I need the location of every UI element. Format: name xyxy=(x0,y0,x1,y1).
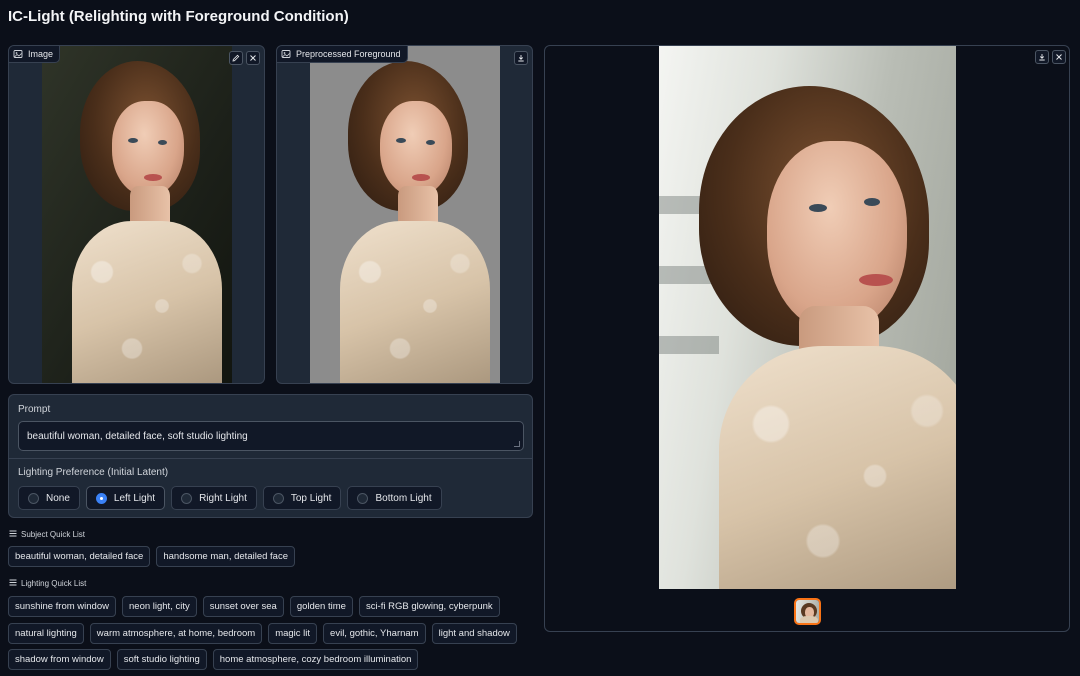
list-icon xyxy=(9,579,17,588)
lighting-chip[interactable]: magic lit xyxy=(268,623,318,644)
output-gallery-panel[interactable] xyxy=(544,45,1070,632)
input-image-panel[interactable]: Image xyxy=(8,45,265,384)
radio-dot xyxy=(357,492,369,504)
lighting-quick-list-label-text: Lighting Quick List xyxy=(21,579,87,588)
radio-left-light[interactable]: Left Light xyxy=(85,486,166,510)
input-portrait-image xyxy=(42,46,232,383)
lighting-chip[interactable]: light and shadow xyxy=(431,623,517,644)
lighting-chip[interactable]: home atmosphere, cozy bedroom illuminati… xyxy=(212,649,419,670)
prompt-input-value: beautiful woman, detailed face, soft stu… xyxy=(27,430,248,442)
preprocessed-foreground-label: Preprocessed Foreground xyxy=(277,46,408,63)
output-thumbnail[interactable] xyxy=(794,598,821,625)
lighting-chip[interactable]: evil, gothic, Yharnam xyxy=(323,623,426,644)
subject-quick-list-label: Subject Quick List xyxy=(9,530,85,539)
lighting-chip[interactable]: sunset over sea xyxy=(202,596,284,617)
lighting-quick-list-row-1: sunshine from window neon light, city su… xyxy=(8,596,500,617)
lighting-preference-label: Lighting Preference (Initial Latent) xyxy=(18,467,169,478)
radio-label: Right Light xyxy=(199,492,247,504)
lighting-chip[interactable]: golden time xyxy=(289,596,353,617)
resize-grip[interactable] xyxy=(514,441,520,447)
lighting-quick-list-row-3: shadow from window soft studio lighting … xyxy=(8,649,419,670)
radio-dot xyxy=(181,492,193,504)
radio-dot-checked xyxy=(95,492,107,504)
lighting-chip[interactable]: sunshine from window xyxy=(8,596,116,617)
radio-top-light[interactable]: Top Light xyxy=(262,486,342,510)
lighting-chip[interactable]: shadow from window xyxy=(8,649,111,670)
subject-chip[interactable]: beautiful woman, detailed face xyxy=(8,546,151,567)
divider xyxy=(9,458,532,459)
prompt-settings-block: Prompt beautiful woman, detailed face, s… xyxy=(8,394,533,518)
close-icon xyxy=(249,49,257,67)
subject-quick-list: beautiful woman, detailed face handsome … xyxy=(8,546,295,567)
list-icon xyxy=(9,530,17,539)
radio-label: Bottom Light xyxy=(375,492,432,504)
radio-dot xyxy=(28,492,39,504)
page-title: IC-Light (Relighting with Foreground Con… xyxy=(8,8,349,25)
close-output-button[interactable] xyxy=(1052,50,1066,64)
lighting-preference-radio-group: None Left Light Right Light Top Light Bo… xyxy=(18,486,442,510)
radio-label: Left Light xyxy=(113,492,156,504)
subject-quick-list-label-text: Subject Quick List xyxy=(21,530,86,539)
download-output-button[interactable] xyxy=(1035,50,1049,64)
download-foreground-button[interactable] xyxy=(514,51,528,65)
subject-chip[interactable]: handsome man, detailed face xyxy=(156,546,295,567)
prompt-label: Prompt xyxy=(18,404,51,415)
radio-none[interactable]: None xyxy=(18,486,80,510)
download-icon xyxy=(517,49,525,67)
radio-right-light[interactable]: Right Light xyxy=(171,486,257,510)
radio-dot xyxy=(272,492,284,504)
radio-bottom-light[interactable]: Bottom Light xyxy=(347,486,442,510)
download-icon xyxy=(1038,48,1046,66)
prompt-input[interactable]: beautiful woman, detailed face, soft stu… xyxy=(18,421,524,451)
input-image-label: Image xyxy=(9,46,61,63)
close-icon xyxy=(1055,48,1063,66)
lighting-quick-list-row-2: natural lighting warm atmosphere, at hom… xyxy=(8,623,517,644)
lighting-chip[interactable]: natural lighting xyxy=(8,623,84,644)
pencil-icon xyxy=(232,49,240,67)
lighting-quick-list-label: Lighting Quick List xyxy=(9,579,86,588)
input-image-label-text: Image xyxy=(28,49,54,59)
image-icon xyxy=(281,49,291,59)
clear-image-button[interactable] xyxy=(246,51,260,65)
image-icon xyxy=(13,49,23,59)
preprocessed-foreground-panel[interactable]: Preprocessed Foreground xyxy=(276,45,533,384)
lighting-chip[interactable]: warm atmosphere, at home, bedroom xyxy=(89,623,263,644)
preprocessed-foreground-label-text: Preprocessed Foreground xyxy=(296,49,401,59)
radio-label: None xyxy=(46,492,70,504)
edit-image-button[interactable] xyxy=(229,51,243,65)
lighting-chip[interactable]: soft studio lighting xyxy=(116,649,207,670)
lighting-chip[interactable]: sci-fi RGB glowing, cyberpunk xyxy=(358,596,500,617)
foreground-portrait-image xyxy=(310,46,500,383)
radio-label: Top Light xyxy=(290,492,332,504)
output-portrait-image[interactable] xyxy=(659,46,956,589)
lighting-chip[interactable]: neon light, city xyxy=(122,596,197,617)
